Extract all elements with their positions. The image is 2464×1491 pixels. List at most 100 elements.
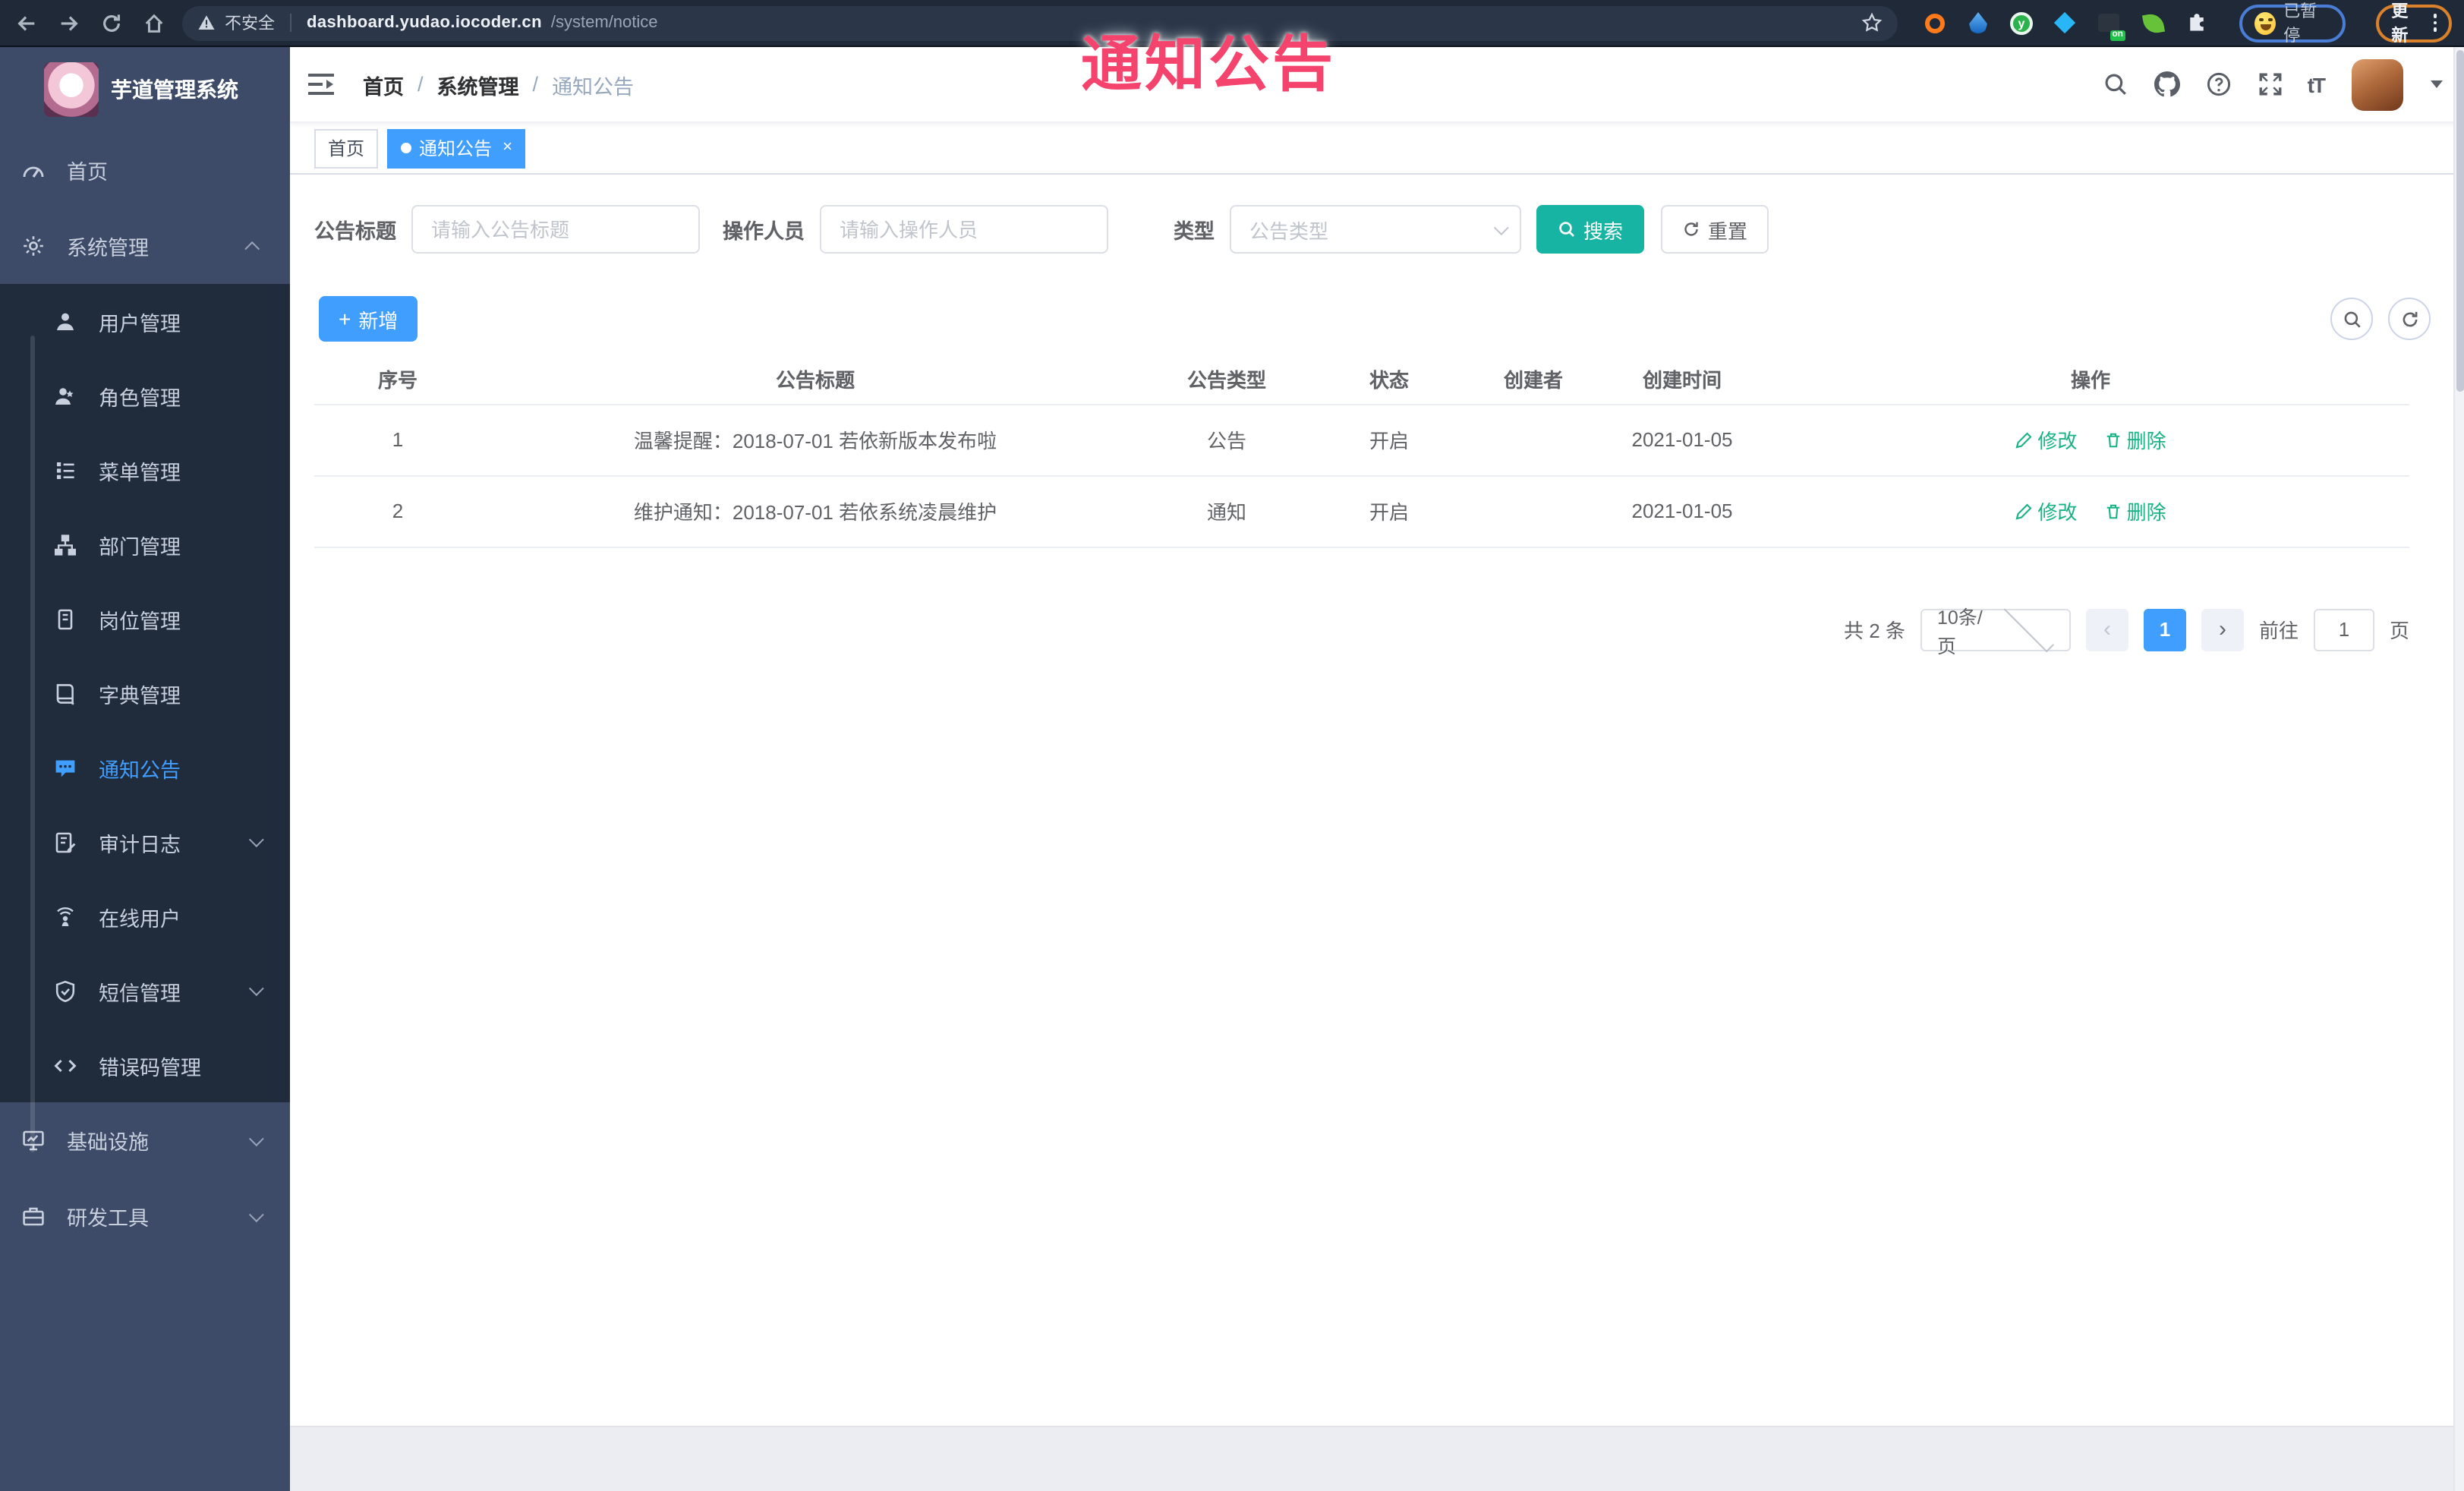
- chevron-down-icon: [1493, 219, 1509, 235]
- refresh-table-button[interactable]: [2388, 298, 2431, 340]
- tag-close-icon[interactable]: ×: [503, 139, 512, 156]
- cell-title: 温馨提醒：2018-07-01 若依新版本发布啦: [481, 404, 1149, 476]
- edit-link-label: 修改: [2037, 430, 2078, 452]
- extensions-puzzle-icon[interactable]: [2185, 11, 2209, 35]
- table-header-row: 序号 公告标题 公告类型 状态 创建者 创建时间 操作: [314, 354, 2409, 405]
- security-warning-icon[interactable]: [197, 14, 216, 32]
- tags-view-bar: 首页 通知公告 ×: [290, 123, 2464, 175]
- sidebar-item-depts[interactable]: 部门管理: [0, 507, 290, 582]
- extension-switch-icon[interactable]: on: [2097, 11, 2125, 41]
- page-bottom-strip: [290, 1426, 2464, 1491]
- goto-label: 前往: [2258, 619, 2299, 642]
- avatar-caret-icon[interactable]: [2431, 80, 2443, 88]
- extension-drop-icon[interactable]: [1966, 11, 1990, 35]
- extension-orange-icon[interactable]: [1922, 11, 1946, 35]
- page-size-select[interactable]: 10条/页: [1920, 601, 2071, 657]
- col-header-no: 序号: [314, 354, 481, 405]
- bookmark-star-icon[interactable]: [1861, 12, 1883, 33]
- cell-actions: 修改 删除: [1772, 404, 2409, 476]
- delete-link[interactable]: 删除: [2104, 425, 2166, 454]
- browser-home-button[interactable]: [140, 9, 167, 36]
- prev-page-button[interactable]: ‹: [2085, 608, 2128, 651]
- sidebar-item-error-codes[interactable]: 错误码管理: [0, 1028, 290, 1102]
- security-label[interactable]: 不安全: [225, 11, 275, 35]
- address-bar[interactable]: 不安全 dashboard.yudao.iocoder.cn/system/no…: [182, 5, 1898, 40]
- refresh-icon: [1684, 222, 1698, 236]
- current-page-button[interactable]: 1: [2143, 608, 2186, 651]
- col-header-created: 创建时间: [1593, 354, 1772, 405]
- help-icon[interactable]: [2204, 69, 2235, 99]
- chevron-down-icon: [248, 1206, 264, 1222]
- sidebar-item-users[interactable]: 用户管理: [0, 284, 290, 358]
- audit-log-icon: [53, 830, 77, 854]
- sidebar-item-notices[interactable]: 通知公告: [0, 730, 290, 805]
- delete-link-label: 删除: [2126, 501, 2166, 524]
- breadcrumb-separator: /: [417, 73, 424, 96]
- cell-no: 1: [314, 404, 481, 476]
- delete-link[interactable]: 删除: [2104, 496, 2166, 525]
- browser-back-button[interactable]: [12, 9, 39, 36]
- browser-menu-icon[interactable]: [2433, 14, 2437, 32]
- goto-page-input[interactable]: [2313, 608, 2374, 651]
- text-size-icon[interactable]: tT: [2308, 72, 2326, 96]
- next-page-button[interactable]: ›: [2201, 608, 2244, 651]
- sidebar-item-system[interactable]: 系统管理: [0, 208, 290, 284]
- delete-link-label: 删除: [2126, 430, 2166, 452]
- sidebar-item-posts[interactable]: 岗位管理: [0, 582, 290, 656]
- col-header-type: 公告类型: [1149, 354, 1304, 405]
- sidebar-item-label: 在线用户: [99, 907, 181, 930]
- screen: 不安全 dashboard.yudao.iocoder.cn/system/no…: [0, 0, 2464, 1491]
- sidebar-item-sms[interactable]: 短信管理: [0, 954, 290, 1028]
- search-button[interactable]: 搜索: [1536, 205, 1645, 254]
- url-host: dashboard.yudao.iocoder.cn: [307, 14, 542, 32]
- scrollbar-thumb[interactable]: [2456, 50, 2464, 392]
- sidebar-item-online-users[interactable]: 在线用户: [0, 879, 290, 954]
- browser-forward-button[interactable]: [55, 9, 82, 36]
- dashboard-icon: [21, 158, 46, 182]
- sidebar-item-label: 菜单管理: [99, 461, 181, 484]
- chevron-down-icon: [248, 981, 264, 997]
- toolbar-icons: [2330, 298, 2431, 340]
- user-avatar[interactable]: [2352, 58, 2403, 110]
- header-search-icon[interactable]: [2101, 69, 2132, 99]
- edit-link[interactable]: 修改: [2015, 425, 2077, 454]
- add-button[interactable]: + 新增: [319, 296, 418, 342]
- extension-diamond-icon[interactable]: [2053, 11, 2077, 35]
- breadcrumb-system[interactable]: 系统管理: [437, 69, 519, 99]
- operator-input[interactable]: [820, 205, 1108, 254]
- sidebar-item-devtools[interactable]: 研发工具: [0, 1178, 290, 1254]
- reset-button[interactable]: 重置: [1661, 205, 1769, 254]
- tag-home[interactable]: 首页: [314, 128, 379, 168]
- extension-leaf-icon[interactable]: [2141, 11, 2165, 35]
- edit-link-label: 修改: [2037, 501, 2078, 524]
- breadcrumb-home[interactable]: 首页: [363, 69, 404, 99]
- breadcrumb: 首页 / 系统管理 / 通知公告: [363, 69, 634, 99]
- tag-notices[interactable]: 通知公告 ×: [387, 128, 526, 168]
- cell-type: 公告: [1149, 404, 1304, 476]
- sidebar-item-menus[interactable]: 菜单管理: [0, 433, 290, 507]
- browser-update-button[interactable]: 更新: [2376, 3, 2452, 46]
- sidebar-item-audit-log[interactable]: 审计日志: [0, 805, 290, 879]
- sidebar-item-home[interactable]: 首页: [0, 132, 290, 208]
- extension-green-icon[interactable]: y: [2010, 11, 2033, 34]
- app-logo-row[interactable]: 芋道管理系统: [0, 47, 290, 132]
- sidebar-item-roles[interactable]: 角色管理: [0, 358, 290, 433]
- code-icon: [53, 1053, 77, 1077]
- toggle-search-button[interactable]: [2330, 298, 2373, 340]
- sidebar-scrollbar-thumb[interactable]: [30, 336, 35, 1152]
- browser-reload-button[interactable]: [97, 9, 124, 36]
- notice-type-select[interactable]: 公告类型: [1230, 205, 1521, 254]
- page-scrollbar[interactable]: [2453, 47, 2464, 1491]
- col-header-actions: 操作: [1772, 354, 2409, 405]
- fullscreen-icon[interactable]: [2256, 69, 2286, 99]
- hamburger-icon[interactable]: [308, 69, 339, 99]
- sidebar-item-dict[interactable]: 字典管理: [0, 656, 290, 730]
- extension-on-badge: on: [2110, 30, 2125, 41]
- github-icon[interactable]: [2153, 69, 2183, 99]
- menu-tree-icon: [53, 458, 77, 482]
- profile-paused-pill[interactable]: 已暂停: [2239, 3, 2346, 46]
- edit-link[interactable]: 修改: [2015, 496, 2077, 525]
- notice-title-input[interactable]: [411, 205, 700, 254]
- table-row: 1 温馨提醒：2018-07-01 若依新版本发布啦 公告 开启 2021-01…: [314, 404, 2409, 476]
- sidebar-item-infra[interactable]: 基础设施: [0, 1102, 290, 1178]
